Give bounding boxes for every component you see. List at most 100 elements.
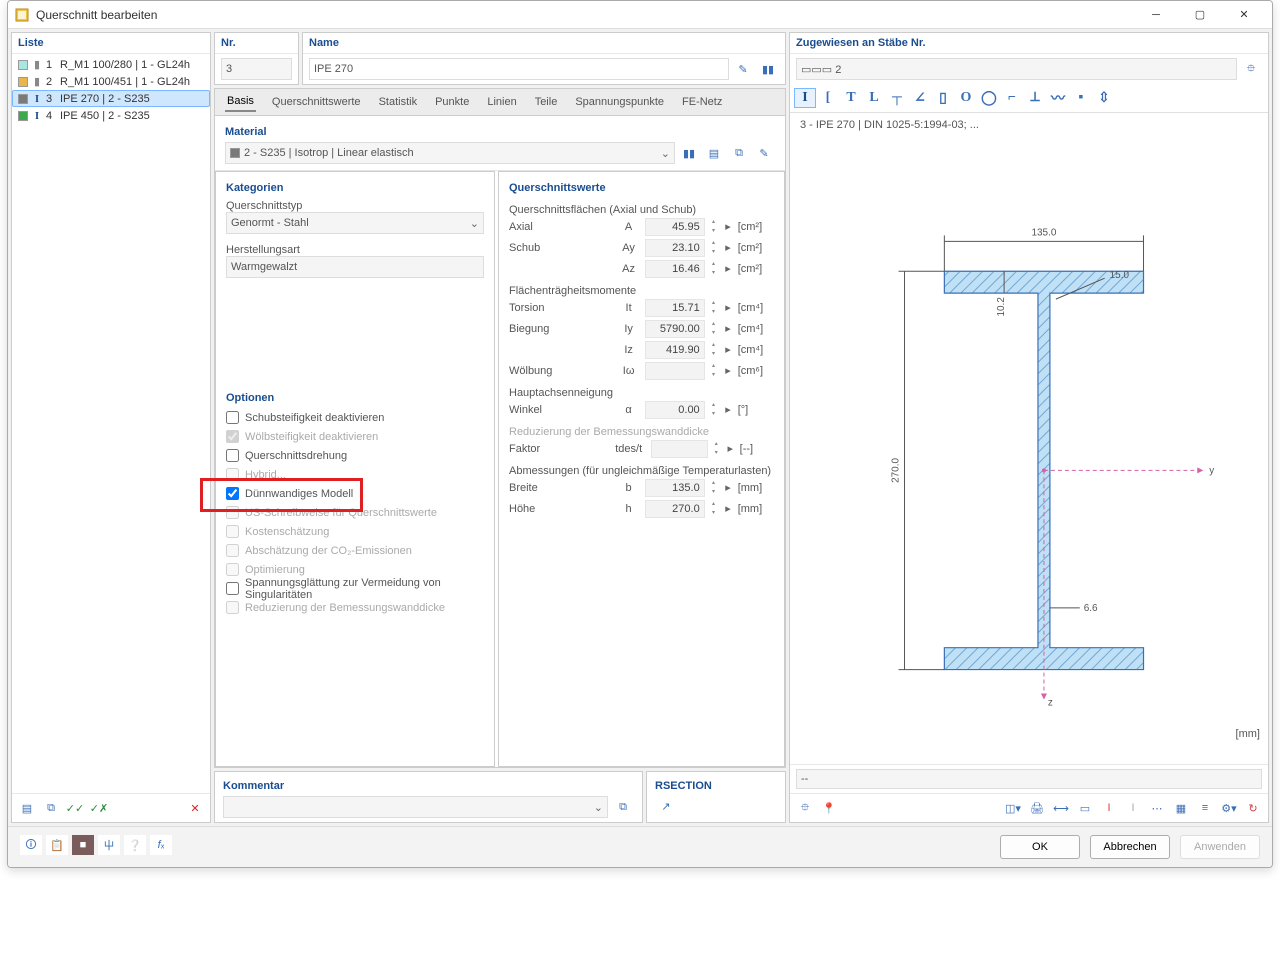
help-icon[interactable]: 🛈 xyxy=(20,835,42,855)
maximize-button[interactable]: ▢ xyxy=(1178,2,1222,28)
tab-querschnittswerte[interactable]: Querschnittswerte xyxy=(270,93,363,111)
go-icon[interactable]: ▸ xyxy=(722,322,733,335)
pick-members-icon[interactable]: ⯐ xyxy=(1240,59,1262,79)
value-input[interactable]: 135.0 xyxy=(645,479,705,497)
ok-button[interactable]: OK xyxy=(1000,835,1080,859)
rsection-open-icon[interactable]: ↗ xyxy=(655,796,677,816)
go-icon[interactable]: ▸ xyxy=(722,481,733,494)
library-icon[interactable]: ▮▮ xyxy=(757,59,779,79)
profile-l-icon[interactable]: L xyxy=(863,88,885,108)
option-checkbox[interactable]: Spannungsglättung zur Vermeidung von Sin… xyxy=(226,579,484,598)
tab-punkte[interactable]: Punkte xyxy=(433,93,471,111)
go-icon[interactable]: ▸ xyxy=(722,343,733,356)
value-input[interactable]: 15.71 xyxy=(645,299,705,317)
go-icon[interactable]: ▸ xyxy=(722,241,733,254)
print-icon[interactable]: 🖨 xyxy=(1026,798,1048,818)
profile-i-icon[interactable]: I xyxy=(794,88,816,108)
tab-statistik[interactable]: Statistik xyxy=(377,93,420,111)
option-checkbox[interactable]: Querschnittsdrehung xyxy=(226,446,484,465)
values-heading: Querschnittswerte xyxy=(509,178,774,198)
list-icon2[interactable]: ≡ xyxy=(1194,798,1216,818)
i-beam-icon: I xyxy=(32,93,42,105)
profile-z-icon[interactable]: ∠ xyxy=(909,88,931,108)
type-select[interactable]: Genormt - Stahl xyxy=(226,212,484,234)
assigned-input[interactable]: ▭▭▭ 2 xyxy=(796,58,1237,80)
i-red-icon[interactable]: I xyxy=(1098,798,1120,818)
option-checkbox[interactable]: Dünnwandiges Modell xyxy=(226,484,484,503)
option-checkbox[interactable]: Schubsteifigkeit deaktivieren xyxy=(226,408,484,427)
profile-expand-icon[interactable]: ⇳ xyxy=(1093,88,1115,108)
value-input[interactable]: 419.90 xyxy=(645,341,705,359)
profile-u-icon[interactable]: ⌐ xyxy=(1001,88,1023,108)
profile-doublet-icon[interactable]: ┬ xyxy=(886,88,908,108)
material-new-icon[interactable]: ▤ xyxy=(703,143,725,163)
kommentar-input[interactable] xyxy=(223,796,608,818)
view-iso-icon[interactable]: ◫▾ xyxy=(1002,798,1024,818)
profile-o-icon[interactable]: O xyxy=(955,88,977,108)
pin-icon[interactable]: 📍 xyxy=(818,798,840,818)
square-icon[interactable]: ■ xyxy=(72,835,94,855)
new-icon[interactable]: ▤ xyxy=(16,798,38,818)
value-input[interactable]: 270.0 xyxy=(645,500,705,518)
value-input[interactable]: 16.46 xyxy=(645,260,705,278)
kommentar-icon[interactable]: ⧉ xyxy=(612,797,634,817)
check-icon[interactable]: ✓✓ xyxy=(64,798,86,818)
fx-icon[interactable]: fₓ xyxy=(150,835,172,855)
profile-wave-icon[interactable]: 〰 xyxy=(1047,88,1069,108)
refresh-icon[interactable]: ↻ xyxy=(1242,798,1264,818)
apply-button[interactable]: Anwenden xyxy=(1180,835,1260,859)
value-input[interactable]: 45.95 xyxy=(645,218,705,236)
nr-input[interactable]: 3 xyxy=(221,58,292,80)
box-icon[interactable]: ▭ xyxy=(1074,798,1096,818)
close-button[interactable]: ✕ xyxy=(1222,2,1266,28)
cancel-button[interactable]: Abbrechen xyxy=(1090,835,1170,859)
value-input[interactable]: 0.00 xyxy=(645,401,705,419)
pick-icon[interactable]: ⯐ xyxy=(794,798,816,818)
profile-oval-icon[interactable]: ◯ xyxy=(978,88,1000,108)
tab-linien[interactable]: Linien xyxy=(485,93,518,111)
go-icon[interactable]: ▸ xyxy=(722,262,733,275)
name-input[interactable]: IPE 270 xyxy=(309,58,729,80)
dim-icon[interactable]: ⟷ xyxy=(1050,798,1072,818)
tab-spannungspunkte[interactable]: Spannungspunkte xyxy=(573,93,666,111)
list-item[interactable]: I4IPE 450 | 2 - S235 xyxy=(12,107,210,124)
tab-teile[interactable]: Teile xyxy=(533,93,560,111)
profile-c-icon[interactable]: [ xyxy=(817,88,839,108)
calc-icon[interactable]: 📋 xyxy=(46,835,68,855)
go-icon[interactable]: ▸ xyxy=(722,220,733,233)
delete-icon[interactable]: ✕ xyxy=(184,798,206,818)
list-item[interactable]: ▮2R_M1 100/451 | 1 - GL24h xyxy=(12,73,210,90)
tree-icon[interactable]: ⼬ xyxy=(98,835,120,855)
grid-dots-icon[interactable]: ⋯ xyxy=(1146,798,1168,818)
i-beam-icon: I xyxy=(32,110,42,122)
status-select[interactable]: -- xyxy=(796,769,1262,789)
profile-solid-icon[interactable]: ▪ xyxy=(1070,88,1092,108)
list-item[interactable]: I3IPE 270 | 2 - S235 xyxy=(12,90,210,107)
go-icon[interactable]: ▸ xyxy=(722,502,733,515)
material-edit-icon[interactable]: ✎ xyxy=(753,143,775,163)
cross-section-list[interactable]: ▮1R_M1 100/280 | 1 - GL24h▮2R_M1 100/451… xyxy=(12,54,210,793)
info-icon[interactable]: ❔ xyxy=(124,835,146,855)
value-input[interactable]: 23.10 xyxy=(645,239,705,257)
grid-icon[interactable]: ▦ xyxy=(1170,798,1192,818)
list-header: Liste xyxy=(12,33,210,54)
go-icon[interactable]: ▸ xyxy=(722,403,733,416)
settings-icon[interactable]: ⚙▾ xyxy=(1218,798,1240,818)
cancel-icon[interactable]: ✓✗ xyxy=(88,798,110,818)
pencil-icon[interactable]: ✎ xyxy=(732,59,754,79)
profile-rail-icon[interactable]: ⟂ xyxy=(1024,88,1046,108)
copy-icon[interactable]: ⧉ xyxy=(40,798,62,818)
go-icon[interactable]: ▸ xyxy=(722,301,733,314)
profile-t-icon[interactable]: T xyxy=(840,88,862,108)
list-item[interactable]: ▮1R_M1 100/280 | 1 - GL24h xyxy=(12,56,210,73)
material-select[interactable]: 2 - S235 | Isotrop | Linear elastisch xyxy=(225,142,675,164)
tab-fe-netz[interactable]: FE-Netz xyxy=(680,93,724,111)
material-library-icon[interactable]: ▮▮ xyxy=(678,143,700,163)
value-input[interactable]: 5790.00 xyxy=(645,320,705,338)
tab-basis[interactable]: Basis xyxy=(225,92,256,112)
minimize-button[interactable]: ─ xyxy=(1134,2,1178,28)
material-copy-icon[interactable]: ⧉ xyxy=(728,143,750,163)
i-grey-icon[interactable]: I xyxy=(1122,798,1144,818)
profile-rect-icon[interactable]: ▯ xyxy=(932,88,954,108)
window-title: Querschnitt bearbeiten xyxy=(36,8,1134,22)
